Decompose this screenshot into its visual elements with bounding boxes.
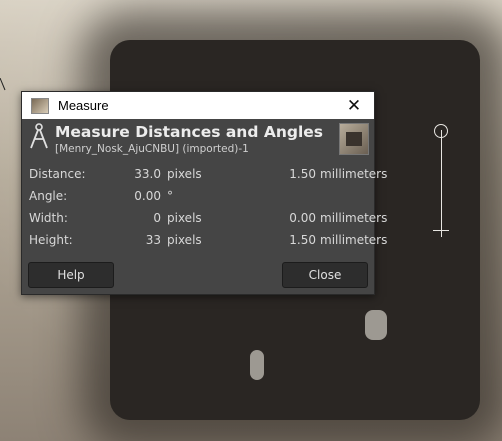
dialog-header: Measure Distances and Angles [Menry_Nosk… [22, 119, 374, 159]
header-title: Measure Distances and Angles [55, 123, 324, 141]
measure-end-crosshair-vertical [441, 223, 442, 237]
header-subtitle: [Menry_Nosk_AjuCNBU] (imported)-1 [55, 143, 249, 155]
row-value-mm: 1.50 [289, 167, 316, 181]
row-value: 33 [145, 233, 161, 247]
row-label: Distance: [29, 167, 86, 181]
row-unit-mm: millimeters [320, 167, 388, 181]
row-value: 0 [153, 211, 161, 225]
row-value: 33.0 [134, 167, 161, 181]
pointer-cursor-icon [0, 78, 6, 91]
dialog-title: Measure [58, 98, 109, 113]
row-value-mm: 0.00 [289, 211, 316, 225]
gimp-image-icon [31, 97, 49, 114]
row-value-mm: 1.50 [289, 233, 316, 247]
row-unit-mm: millimeters [320, 233, 388, 247]
close-button[interactable]: ✕ [334, 92, 374, 119]
image-thumbnail [339, 123, 369, 155]
row-unit: pixels [167, 233, 202, 247]
dialog-titlebar[interactable]: Measure ✕ [22, 92, 374, 119]
row-unit: pixels [167, 167, 202, 181]
angle-row: Angle: 0.00 ° [22, 186, 374, 208]
row-value: 0.00 [134, 189, 161, 203]
distance-row: Distance: 33.0 pixels 1.50 millimeters [22, 164, 387, 186]
height-row: Height: 33 pixels 1.50 millimeters [22, 230, 387, 252]
measure-dialog: Measure ✕ Measure Distances and Angles [… [21, 91, 387, 295]
measure-line [441, 130, 442, 230]
close-dialog-button[interactable]: Close [282, 262, 368, 288]
row-unit: ° [167, 189, 173, 203]
row-unit: pixels [167, 211, 202, 225]
row-label: Width: [29, 211, 68, 225]
row-label: Angle: [29, 189, 68, 203]
compass-icon [30, 123, 48, 149]
help-button[interactable]: Help [28, 262, 114, 288]
width-row: Width: 0 pixels 0.00 millimeters [22, 208, 387, 230]
close-icon: ✕ [346, 95, 362, 115]
row-label: Height: [29, 233, 73, 247]
row-unit-mm: millimeters [320, 211, 388, 225]
